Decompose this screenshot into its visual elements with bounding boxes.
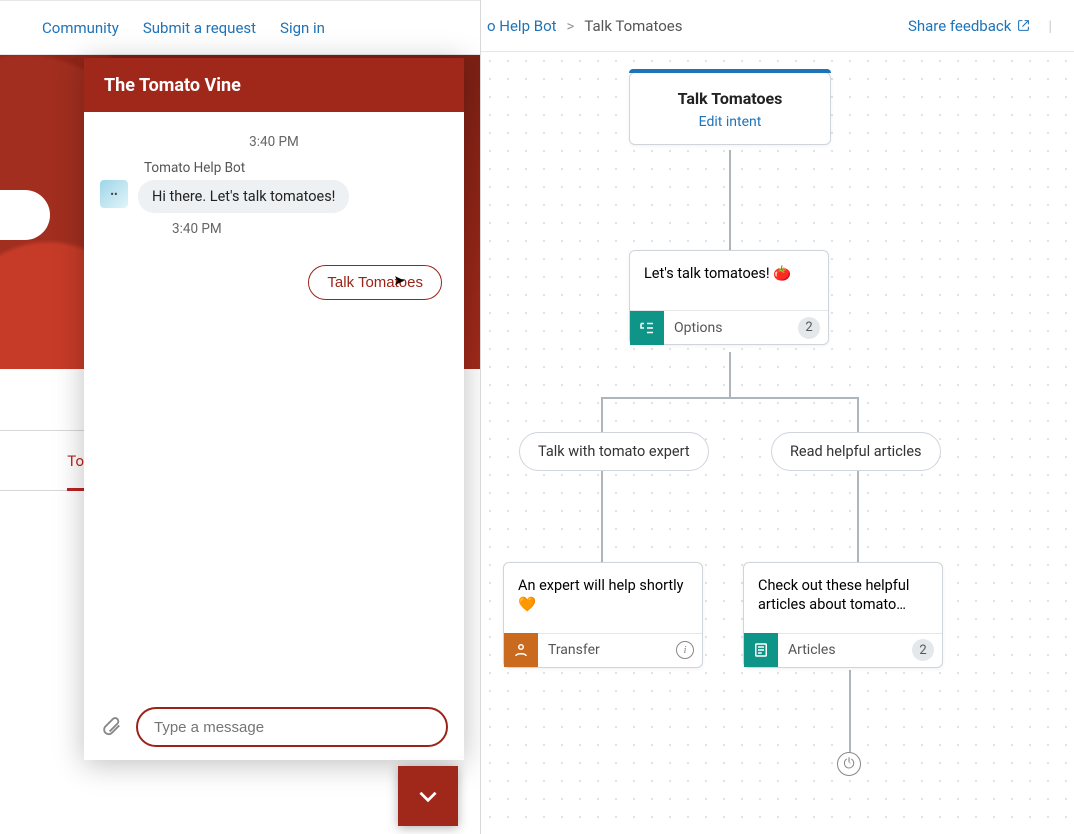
connector xyxy=(601,470,603,562)
chevron-down-icon xyxy=(415,783,441,809)
info-icon[interactable]: i xyxy=(676,641,694,659)
end-node-icon[interactable]: ⏻ xyxy=(837,752,861,776)
bot-avatar: •• xyxy=(100,180,128,208)
breadcrumb-parent[interactable]: o Help Bot xyxy=(487,17,557,35)
edit-intent-link[interactable]: Edit intent xyxy=(640,114,820,130)
step-message: Let's talk tomatoes! 🍅 xyxy=(630,251,828,310)
widget-launcher[interactable] xyxy=(398,766,458,826)
options-count-badge: 2 xyxy=(798,317,820,339)
widget-title: The Tomato Vine xyxy=(84,58,464,112)
intent-node[interactable]: Talk Tomatoes Edit intent xyxy=(629,72,831,145)
cursor-icon: ➤ xyxy=(393,272,405,289)
articles-count-badge: 2 xyxy=(912,639,934,661)
option-node[interactable]: Talk with tomato expert xyxy=(519,432,709,471)
share-feedback-label: Share feedback xyxy=(908,17,1011,35)
timestamp: 3:40 PM xyxy=(100,134,448,150)
connector xyxy=(857,397,859,433)
step-message: Check out these helpful articles about t… xyxy=(744,563,942,633)
step-type-label: Articles xyxy=(778,642,912,658)
nav-community[interactable]: Community xyxy=(42,19,119,37)
share-feedback-link[interactable]: Share feedback xyxy=(908,17,1030,35)
connector xyxy=(729,150,731,250)
step-node-articles[interactable]: Check out these helpful articles about t… xyxy=(743,562,943,668)
connector xyxy=(729,352,731,397)
category-tabs: To xyxy=(0,430,84,491)
intent-title: Talk Tomatoes xyxy=(640,89,820,108)
chevron-right-icon: > xyxy=(567,17,575,35)
step-type-label: Transfer xyxy=(538,642,676,658)
bot-message: Hi there. Let's talk tomatoes! xyxy=(138,180,349,213)
message-input[interactable] xyxy=(136,707,448,747)
toolbar-separator: | xyxy=(1048,17,1052,35)
quick-reply-label: Talk Tomatoes xyxy=(327,274,423,291)
articles-icon xyxy=(744,633,778,667)
step-type-label: Options xyxy=(664,320,798,336)
breadcrumb-current: Talk Tomatoes xyxy=(584,17,682,35)
breadcrumb: o Help Bot > Talk Tomatoes xyxy=(487,17,682,35)
nav-sign-in[interactable]: Sign in xyxy=(280,19,325,37)
step-message: An expert will help shortly 🧡 xyxy=(504,563,702,633)
connector xyxy=(849,670,851,752)
connector xyxy=(601,397,858,399)
attachment-icon[interactable] xyxy=(100,714,122,740)
step-node-options[interactable]: Let's talk tomatoes! 🍅 Options 2 xyxy=(629,250,829,345)
option-node[interactable]: Read helpful articles xyxy=(771,432,941,471)
search-pill-fragment[interactable] xyxy=(0,190,50,240)
connector xyxy=(857,470,859,562)
connector xyxy=(601,397,603,433)
nav-submit-request[interactable]: Submit a request xyxy=(143,19,256,37)
flow-canvas[interactable]: Talk Tomatoes Edit intent Let's talk tom… xyxy=(481,52,1074,834)
tab-fragment[interactable]: To xyxy=(67,452,84,491)
bot-name-label: Tomato Help Bot xyxy=(144,160,448,176)
options-icon xyxy=(630,311,664,345)
quick-reply-button[interactable]: Talk Tomatoes ➤ xyxy=(308,265,442,300)
external-link-icon xyxy=(1017,19,1030,32)
timestamp: 3:40 PM xyxy=(172,221,448,237)
conversation-pane: 3:40 PM Tomato Help Bot •• Hi there. Let… xyxy=(84,112,464,702)
chat-widget: The Tomato Vine 3:40 PM Tomato Help Bot … xyxy=(84,58,464,760)
helpcenter-nav: Community Submit a request Sign in xyxy=(0,0,480,55)
flow-builder: o Help Bot > Talk Tomatoes Share feedbac… xyxy=(480,0,1074,834)
transfer-icon xyxy=(504,633,538,667)
step-node-transfer[interactable]: An expert will help shortly 🧡 Transfer i xyxy=(503,562,703,668)
